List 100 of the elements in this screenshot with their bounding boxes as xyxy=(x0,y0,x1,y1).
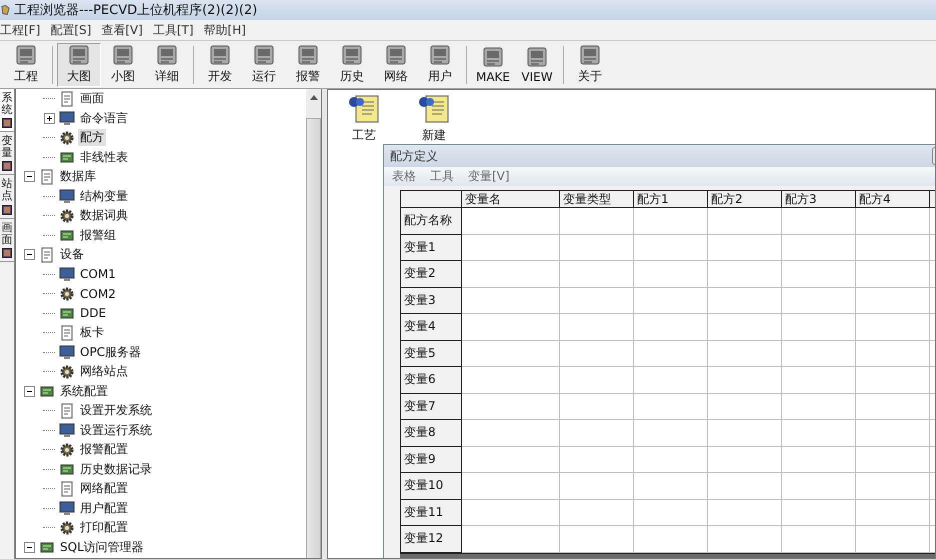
table-cell[interactable] xyxy=(856,367,930,394)
table-cell[interactable] xyxy=(560,314,634,340)
table-cell[interactable] xyxy=(634,500,708,526)
table-cell[interactable] xyxy=(856,234,930,261)
table-cell[interactable] xyxy=(856,394,930,420)
side-tab[interactable]: 站点 xyxy=(0,175,14,219)
tree-item[interactable]: 非线性表 xyxy=(78,148,130,166)
table-cell[interactable] xyxy=(708,208,782,234)
table-cell[interactable] xyxy=(782,288,856,314)
toolbar-button[interactable]: 关于 xyxy=(568,42,612,86)
tree-item[interactable]: 系统配置 xyxy=(58,382,110,400)
table-cell[interactable] xyxy=(708,500,782,526)
file-item[interactable]: 新建 xyxy=(418,94,450,144)
table-cell[interactable] xyxy=(560,234,634,261)
table-cell[interactable] xyxy=(560,500,634,526)
tree-item[interactable]: 设备 xyxy=(58,246,86,264)
table-cell[interactable] xyxy=(782,367,856,394)
collapse-toggle[interactable] xyxy=(24,386,34,397)
table-cell[interactable] xyxy=(462,500,560,526)
menu-item[interactable]: 帮助[H] xyxy=(204,22,246,38)
table-cell[interactable] xyxy=(782,473,856,500)
tree-item[interactable]: DDE xyxy=(78,306,108,320)
table-cell[interactable] xyxy=(560,261,634,288)
table-cell[interactable] xyxy=(560,420,634,446)
toolbar-button[interactable]: 大图 xyxy=(57,42,101,86)
table-cell[interactable] xyxy=(708,314,782,340)
tree-item[interactable]: COM2 xyxy=(78,286,118,301)
table-cell[interactable] xyxy=(634,420,708,446)
table-cell[interactable] xyxy=(782,394,856,420)
table-cell[interactable] xyxy=(462,261,560,288)
table-cell[interactable] xyxy=(708,420,782,446)
tree-item[interactable]: 画面 xyxy=(78,90,106,108)
table-cell[interactable] xyxy=(634,473,708,500)
tree-item[interactable]: 打印配置 xyxy=(78,519,130,536)
table-cell[interactable] xyxy=(462,208,560,234)
table-cell[interactable] xyxy=(708,446,782,473)
table-cell[interactable] xyxy=(462,420,560,446)
table-cell[interactable] xyxy=(708,234,782,261)
tree-item[interactable]: 数据词典 xyxy=(78,207,130,224)
table-cell[interactable] xyxy=(856,500,930,526)
tree-item[interactable]: 板卡 xyxy=(78,324,106,342)
toolbar-button[interactable]: MAKE xyxy=(471,42,515,86)
tree-item[interactable]: 报警配置 xyxy=(78,441,130,458)
side-tab[interactable]: 变量 xyxy=(0,132,14,176)
table-cell[interactable] xyxy=(560,473,634,500)
table-cell[interactable] xyxy=(560,367,634,394)
table-cell[interactable] xyxy=(782,420,856,446)
table-cell[interactable] xyxy=(462,367,560,394)
tree-item[interactable]: 网络配置 xyxy=(78,480,130,498)
collapse-toggle[interactable] xyxy=(24,171,34,182)
table-cell[interactable] xyxy=(634,288,708,314)
table-cell[interactable] xyxy=(856,314,930,340)
tree-item[interactable]: COM1 xyxy=(78,267,118,282)
tree-item[interactable]: OPC服务器 xyxy=(78,344,144,361)
toolbar-button[interactable]: 开发 xyxy=(198,42,242,86)
table-cell[interactable] xyxy=(708,288,782,314)
tree-item[interactable]: 配方 xyxy=(78,129,106,146)
tree-item[interactable]: 报警组 xyxy=(78,226,118,244)
toolbar-button[interactable]: 报警 xyxy=(286,42,330,86)
menu-item[interactable]: 表格 xyxy=(392,168,416,185)
toolbar-button[interactable]: VIEW xyxy=(515,42,559,86)
table-cell[interactable] xyxy=(462,288,560,314)
table-cell[interactable] xyxy=(634,340,708,367)
table-cell[interactable] xyxy=(708,526,782,552)
table-cell[interactable] xyxy=(634,208,708,234)
tree-item[interactable]: 设置开发系统 xyxy=(78,402,154,420)
tree-item[interactable]: SQL访问管理器 xyxy=(58,538,146,556)
toolbar-button[interactable]: 网络 xyxy=(374,42,418,86)
table-cell[interactable] xyxy=(634,314,708,340)
table-cell[interactable] xyxy=(708,473,782,500)
table-cell[interactable] xyxy=(634,526,708,552)
table-cell[interactable] xyxy=(634,234,708,261)
collapse-toggle[interactable] xyxy=(24,249,34,260)
table-cell[interactable] xyxy=(782,314,856,340)
menu-item[interactable]: 工程[F] xyxy=(0,22,40,38)
table-cell[interactable] xyxy=(856,420,930,446)
table-cell[interactable] xyxy=(560,526,634,552)
side-tab[interactable]: 系统 xyxy=(0,89,14,132)
table-cell[interactable] xyxy=(782,234,856,261)
table-cell[interactable] xyxy=(708,261,782,288)
tree-item[interactable]: 结构变量 xyxy=(78,188,130,205)
table-cell[interactable] xyxy=(560,340,634,367)
table-cell[interactable] xyxy=(462,526,560,552)
file-item[interactable]: 工艺 xyxy=(348,94,380,144)
table-cell[interactable] xyxy=(634,261,708,288)
menu-item[interactable]: 查看[V] xyxy=(101,22,143,38)
tree-item[interactable]: 网络站点 xyxy=(78,363,130,380)
toolbar-button[interactable]: 历史 xyxy=(330,42,374,86)
table-cell[interactable] xyxy=(782,500,856,526)
table-cell[interactable] xyxy=(634,367,708,394)
tree-item[interactable]: 历史数据记录 xyxy=(78,460,154,478)
menu-item[interactable]: 工具[T] xyxy=(152,22,194,38)
table-cell[interactable] xyxy=(560,288,634,314)
table-cell[interactable] xyxy=(856,446,930,473)
toolbar-button[interactable]: 详细 xyxy=(145,42,189,86)
table-cell[interactable] xyxy=(708,394,782,420)
tree-item[interactable]: 命令语言 xyxy=(78,110,130,127)
table-cell[interactable] xyxy=(462,314,560,340)
tree-item[interactable]: 数据库 xyxy=(58,168,98,186)
table-cell[interactable] xyxy=(560,208,634,234)
